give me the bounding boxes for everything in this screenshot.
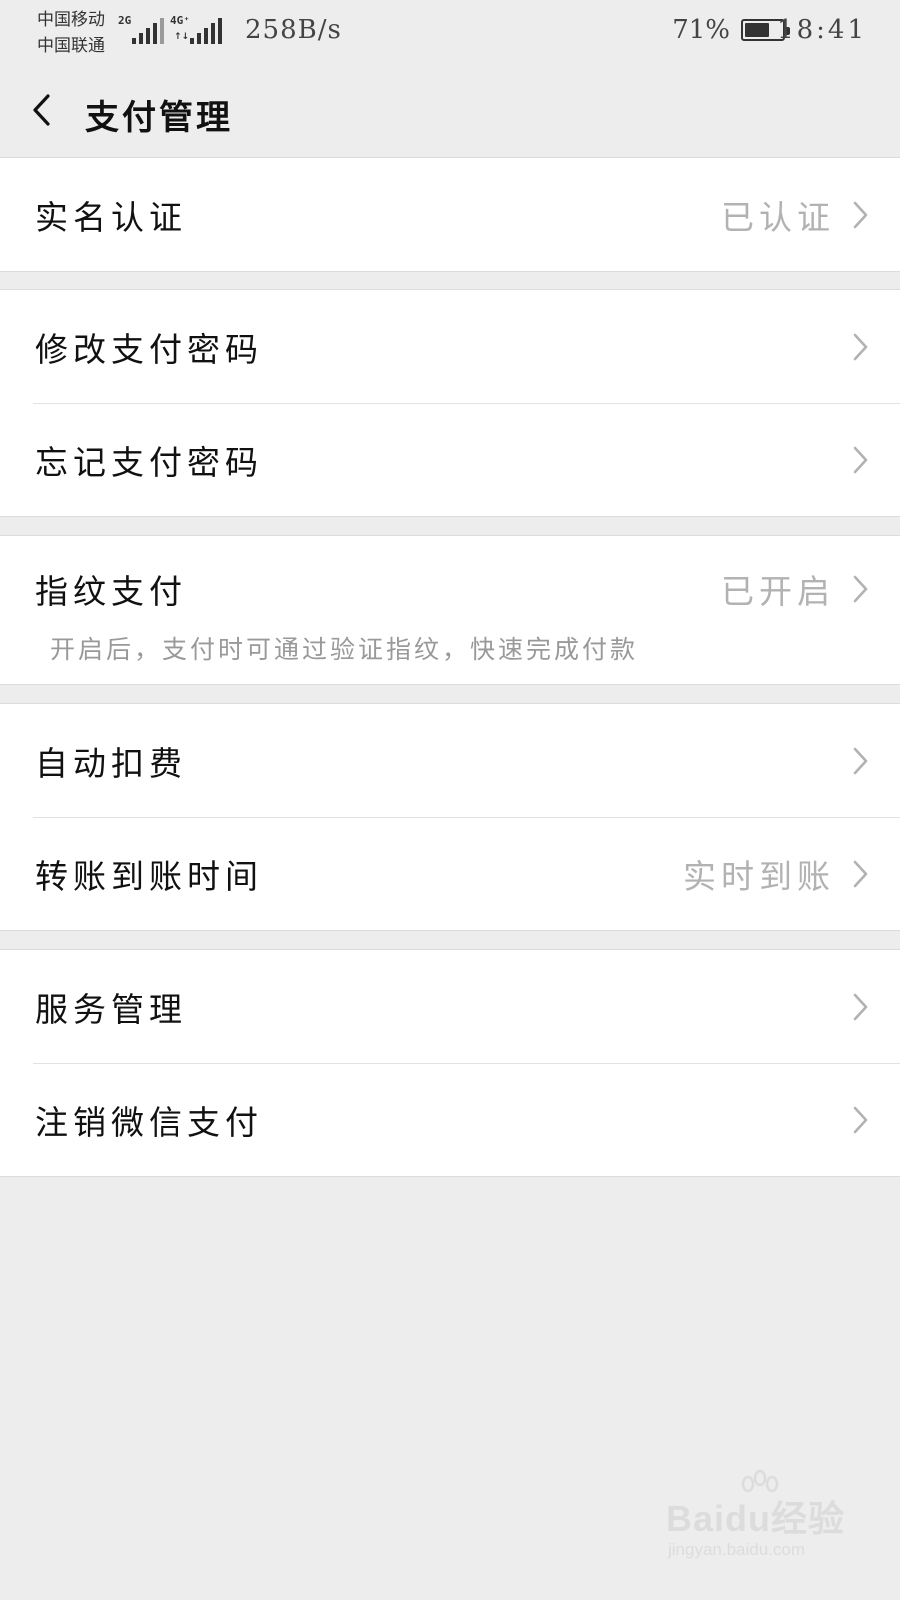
- chevron-right-icon: [853, 333, 868, 360]
- row-real-name-verification[interactable]: 实名认证 已认证: [0, 158, 900, 271]
- carrier-2: 中国联通: [37, 36, 105, 56]
- screen: 中国移动 中国联通 2G 4G⁺ ↑↓ 258B/s 71% 18:41 支付管…: [0, 0, 900, 1600]
- row-forgot-pay-password[interactable]: 忘记支付密码: [0, 403, 900, 516]
- row-transfer-arrival-time[interactable]: 转账到账时间 实时到账: [0, 817, 900, 930]
- row-label: 转账到账时间: [35, 856, 263, 896]
- settings-group-identity: 实名认证 已认证: [0, 157, 900, 272]
- row-fingerprint-pay[interactable]: 指纹支付 已开启 开启后，支付时可通过验证指纹，快速完成付款: [0, 536, 900, 684]
- row-label: 自动扣费: [35, 743, 187, 783]
- signal-2g-icon: 2G: [118, 14, 164, 44]
- row-change-pay-password[interactable]: 修改支付密码: [0, 290, 900, 403]
- battery-percent: 71%: [672, 15, 730, 45]
- row-value: 已开启: [721, 572, 835, 611]
- chevron-left-icon[interactable]: [28, 90, 56, 130]
- clock: 18:41: [777, 15, 867, 45]
- chevron-right-icon: [853, 747, 868, 774]
- row-label: 指纹支付: [35, 572, 187, 611]
- row-deregister-wechat-pay[interactable]: 注销微信支付: [0, 1063, 900, 1176]
- row-description: 开启后，支付时可通过验证指纹，快速完成付款: [50, 635, 639, 664]
- network-speed: 258B/s: [245, 15, 342, 45]
- watermark-url: jingyan.baidu.com: [668, 1540, 806, 1559]
- carrier-labels: 中国移动 中国联通: [37, 7, 105, 59]
- chevron-right-icon: [853, 860, 868, 887]
- signal-2-tag: 4G⁺: [170, 14, 190, 27]
- row-value: 已认证: [721, 197, 835, 237]
- battery-fill: [745, 23, 770, 37]
- row-value: 实时到账: [683, 856, 835, 896]
- row-service-management[interactable]: 服务管理: [0, 950, 900, 1063]
- row-label: 服务管理: [35, 989, 187, 1029]
- signal-1-tag: 2G: [118, 14, 132, 27]
- chevron-right-icon: [853, 1106, 868, 1133]
- settings-group-service: 服务管理 注销微信支付: [0, 949, 900, 1177]
- row-label: 修改支付密码: [35, 329, 263, 369]
- chevron-right-icon: [853, 446, 868, 473]
- settings-group-fingerprint: 指纹支付 已开启 开启后，支付时可通过验证指纹，快速完成付款: [0, 535, 900, 685]
- chevron-right-icon: [853, 201, 868, 228]
- watermark-brand: Baidu经验: [666, 1498, 846, 1539]
- nav-bar: 支付管理: [0, 64, 900, 158]
- row-label: 忘记支付密码: [35, 442, 263, 482]
- signal-2-arrows: ↑↓: [174, 32, 190, 42]
- baidu-jingyan-watermark: Baidu经验 jingyan.baidu.com: [666, 1470, 844, 1570]
- status-bar: 中国移动 中国联通 2G 4G⁺ ↑↓ 258B/s 71% 18:41: [0, 0, 900, 64]
- page-title: 支付管理: [85, 98, 233, 138]
- carrier-1: 中国移动: [37, 10, 105, 30]
- settings-group-deduction: 自动扣费 转账到账时间 实时到账: [0, 703, 900, 931]
- chevron-right-icon: [853, 575, 868, 603]
- row-label: 实名认证: [35, 197, 187, 237]
- settings-group-password: 修改支付密码 忘记支付密码: [0, 289, 900, 517]
- row-label: 注销微信支付: [35, 1102, 263, 1142]
- signal-4g-icon: 4G⁺ ↑↓: [170, 14, 222, 44]
- chevron-right-icon: [853, 993, 868, 1020]
- row-auto-deduction[interactable]: 自动扣费: [0, 704, 900, 817]
